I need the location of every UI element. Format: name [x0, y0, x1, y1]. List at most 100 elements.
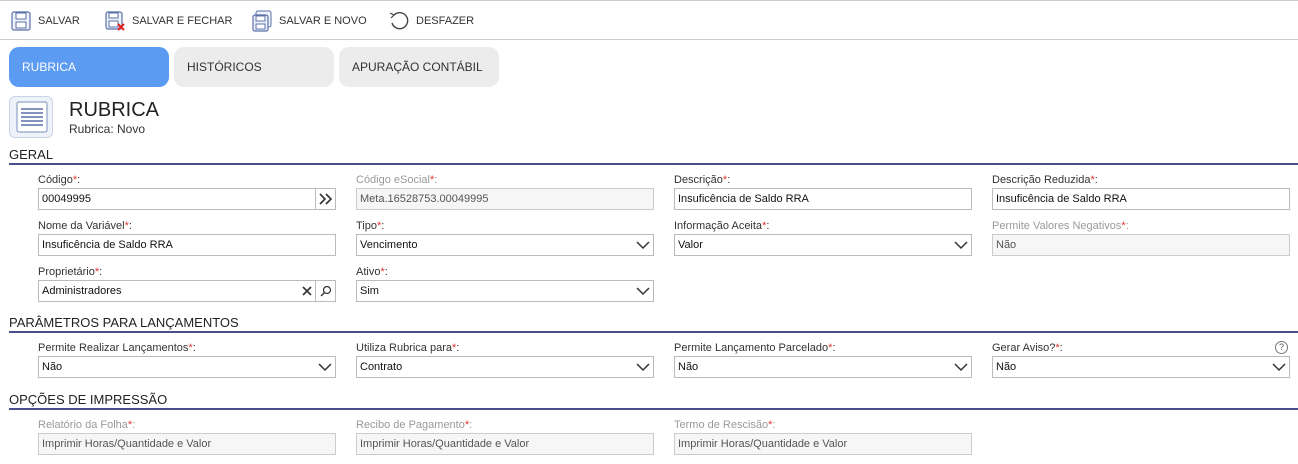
required-mark: *	[828, 342, 833, 354]
help-icon[interactable]: ?	[1275, 341, 1288, 354]
permite-lancamentos-label: Permite Realizar Lançamentos	[38, 342, 189, 354]
section-geral: GERAL	[9, 147, 1298, 165]
codigo-esocial-input: Meta.16528753.00049995	[356, 188, 654, 210]
descricao-reduzida-input[interactable]: Insuficência de Saldo RRA	[992, 188, 1290, 210]
descricao-reduzida-value: Insuficência de Saldo RRA	[996, 193, 1127, 205]
document-icon	[9, 96, 53, 138]
proprietario-input[interactable]: Administradores	[38, 280, 336, 302]
field-recibo-pagamento: Recibo de Pagamento*: Imprimir Horas/Qua…	[356, 418, 654, 455]
relatorio-folha-input: Imprimir Horas/Quantidade e Valor	[38, 433, 336, 455]
descricao-value: Insuficência de Saldo RRA	[678, 193, 809, 205]
relatorio-folha-value: Imprimir Horas/Quantidade e Valor	[42, 438, 212, 450]
codigo-esocial-label: Código eSocial	[356, 174, 430, 186]
permite-parcelado-select[interactable]: Não	[674, 356, 972, 378]
nome-variavel-input[interactable]: Insuficência de Saldo RRA	[38, 234, 336, 256]
permite-negativos-input: Não	[992, 234, 1290, 256]
codigo-label: Código	[38, 174, 73, 186]
required-mark: *	[464, 419, 470, 431]
tab-historicos[interactable]: HISTÓRICOS	[174, 47, 334, 87]
tab-historicos-label: HISTÓRICOS	[187, 60, 262, 74]
required-mark: *	[377, 220, 382, 232]
tab-apuracao-contabil[interactable]: APURAÇÃO CONTÁBIL	[339, 47, 499, 87]
field-ativo: Ativo*: Sim	[356, 265, 654, 302]
tab-rubrica[interactable]: RUBRICA	[9, 47, 169, 87]
relatorio-folha-label: Relatório da Folha	[38, 419, 128, 431]
field-descricao: Descrição*: Insuficência de Saldo RRA	[674, 173, 972, 210]
required-mark: *	[1121, 220, 1126, 232]
utiliza-rubrica-value: Contrato	[360, 361, 403, 373]
codigo-esocial-value: Meta.16528753.00049995	[360, 193, 489, 205]
required-mark: *	[94, 266, 100, 278]
nome-variavel-value: Insuficência de Saldo RRA	[42, 239, 173, 251]
chevron-down-icon	[318, 363, 332, 372]
required-mark: *	[722, 174, 728, 186]
tipo-select[interactable]: Vencimento	[356, 234, 654, 256]
save-close-icon	[104, 10, 126, 32]
required-mark: *	[768, 419, 773, 431]
toolbar: SALVAR SALVAR E FECHAR SALVAR E NOVO DES…	[0, 0, 1298, 40]
field-permite-lancamentos: Permite Realizar Lançamentos*: Não	[38, 341, 336, 378]
chevron-down-icon	[954, 363, 968, 372]
field-gerar-aviso: Gerar Aviso?*: ? Não	[992, 341, 1290, 378]
field-codigo-esocial: Código eSocial*: Meta.16528753.00049995	[356, 173, 654, 210]
save-close-button[interactable]: SALVAR E FECHAR	[104, 8, 232, 34]
tab-rubrica-label: RUBRICA	[22, 60, 77, 74]
required-mark: *	[188, 342, 193, 354]
informacao-aceita-select[interactable]: Valor	[674, 234, 972, 256]
tipo-value: Vencimento	[360, 239, 418, 251]
save-close-label: SALVAR E FECHAR	[132, 15, 233, 27]
descricao-input[interactable]: Insuficência de Saldo RRA	[674, 188, 972, 210]
field-descricao-reduzida: Descrição Reduzida*: Insuficência de Sal…	[992, 173, 1290, 210]
required-mark: *	[380, 266, 385, 278]
gerar-aviso-value: Não	[996, 361, 1017, 373]
page-title: RUBRICA	[69, 99, 160, 121]
ativo-value: Sim	[360, 285, 379, 297]
utiliza-rubrica-label: Utiliza Rubrica para	[356, 342, 452, 354]
clear-button[interactable]	[298, 281, 316, 301]
section-parametros: PARÂMETROS PARA LANÇAMENTOS	[9, 315, 1298, 333]
save-label: SALVAR	[38, 15, 80, 27]
undo-button[interactable]: DESFAZER	[388, 8, 474, 34]
chevron-down-icon	[636, 241, 650, 250]
page-subtitle: Rubrica: Novo	[69, 122, 146, 136]
permite-negativos-label: Permite Valores Negativos	[992, 220, 1122, 232]
tab-apuracao-label: APURAÇÃO CONTÁBIL	[352, 60, 483, 74]
permite-negativos-value: Não	[996, 239, 1017, 251]
permite-parcelado-label: Permite Lançamento Parcelado	[674, 342, 829, 354]
save-new-button[interactable]: SALVAR E NOVO	[251, 8, 367, 34]
codigo-input[interactable]: 00049995	[38, 188, 336, 210]
gerar-aviso-select[interactable]: Não	[992, 356, 1290, 378]
search-button[interactable]	[315, 281, 335, 301]
ativo-select[interactable]: Sim	[356, 280, 654, 302]
field-termo-rescisao: Termo de Rescisão*: Imprimir Horas/Quant…	[674, 418, 972, 455]
field-nome-variavel: Nome da Variável*: Insuficência de Saldo…	[38, 219, 336, 256]
permite-parcelado-value: Não	[678, 361, 699, 373]
permite-lancamentos-select[interactable]: Não	[38, 356, 336, 378]
required-mark: *	[72, 174, 78, 186]
save-button[interactable]: SALVAR	[10, 8, 80, 34]
undo-icon	[388, 10, 410, 32]
required-mark: *	[1090, 174, 1095, 186]
required-mark: *	[1055, 342, 1060, 354]
chevron-down-icon	[636, 287, 650, 296]
field-proprietario: Proprietário*: Administradores	[38, 265, 336, 302]
field-informacao-aceita: Informação Aceita*: Valor	[674, 219, 972, 256]
recibo-pagamento-input: Imprimir Horas/Quantidade e Valor	[356, 433, 654, 455]
lookup-button[interactable]	[315, 189, 335, 209]
save-new-icon	[251, 10, 273, 32]
utiliza-rubrica-select[interactable]: Contrato	[356, 356, 654, 378]
termo-rescisao-value: Imprimir Horas/Quantidade e Valor	[678, 438, 848, 450]
permite-lancamentos-value: Não	[42, 361, 63, 373]
close-icon	[302, 286, 312, 296]
termo-rescisao-label: Termo de Rescisão	[674, 419, 769, 431]
tipo-label: Tipo	[356, 220, 377, 232]
field-tipo: Tipo*: Vencimento	[356, 219, 654, 256]
termo-rescisao-input: Imprimir Horas/Quantidade e Valor	[674, 433, 972, 455]
codigo-value: 00049995	[42, 193, 91, 205]
field-utiliza-rubrica: Utiliza Rubrica para*: Contrato	[356, 341, 654, 378]
informacao-aceita-label: Informação Aceita	[674, 220, 763, 232]
undo-label: DESFAZER	[416, 15, 475, 27]
required-mark: *	[451, 342, 457, 354]
required-mark: *	[762, 220, 767, 232]
save-new-label: SALVAR E NOVO	[279, 15, 367, 27]
